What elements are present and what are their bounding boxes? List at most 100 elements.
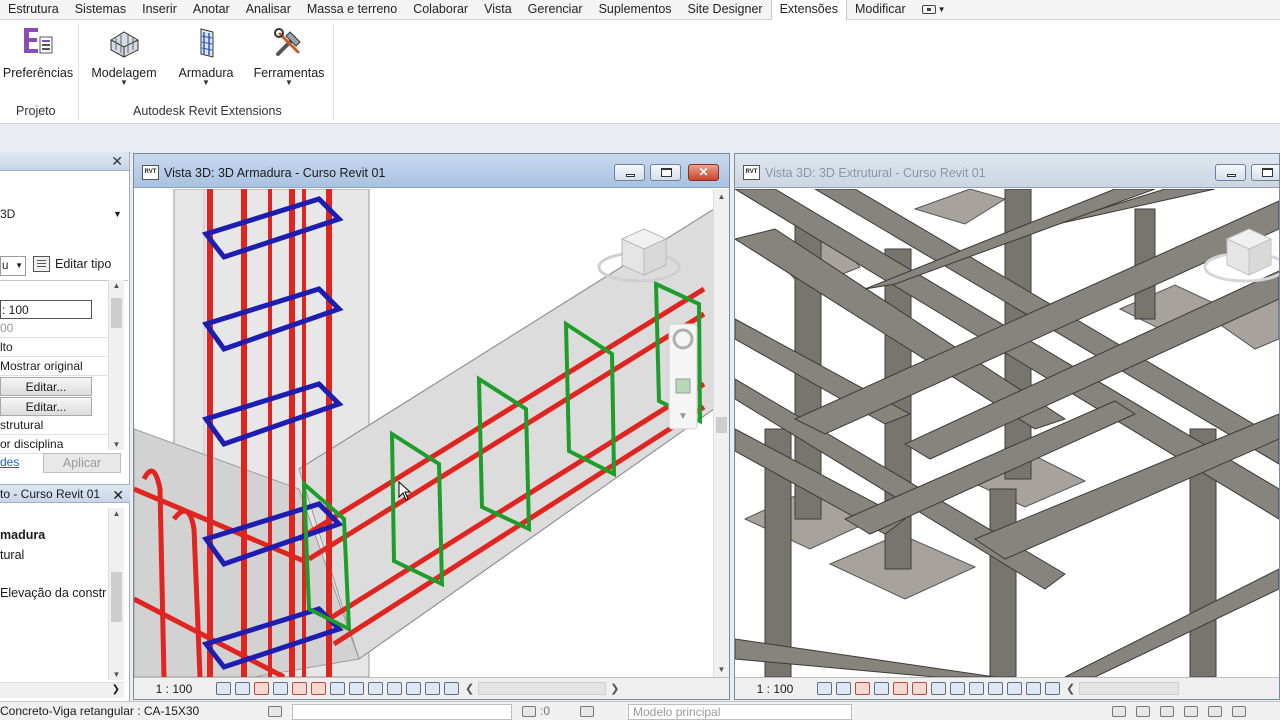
navigation-bar[interactable]: ▼ [668, 323, 698, 430]
ferramentas-button[interactable]: Ferramentas ▼ [250, 26, 328, 87]
shadows-icon[interactable] [273, 682, 288, 695]
chevron-right-icon[interactable]: ❯ [112, 684, 120, 695]
workset-field[interactable] [292, 704, 512, 720]
browser-scrollbar[interactable]: ▲ ▼ [108, 508, 124, 680]
tab-gerenciar[interactable]: Gerenciar [520, 0, 591, 20]
detail-level-icon[interactable] [817, 682, 832, 695]
view-window-3d-estrutural[interactable]: RVT Vista 3D: 3D Extrutural - Curso Revi… [734, 153, 1280, 700]
type-selector-value[interactable]: 3D [0, 207, 15, 221]
design-options-icon[interactable] [580, 706, 594, 717]
lock-3d-view-icon[interactable] [330, 682, 345, 695]
select-links-icon[interactable] [1112, 706, 1126, 717]
tab-extensoes[interactable]: Extensões [770, 0, 847, 20]
rebar-3d-drawing[interactable]: ▼ [134, 188, 729, 680]
tab-massa-e-terreno[interactable]: Massa e terreno [299, 0, 405, 20]
sun-path-icon[interactable] [855, 682, 870, 695]
horizontal-scrollbar[interactable] [1079, 682, 1180, 695]
highlight-displacement-icon[interactable] [1026, 682, 1041, 695]
visual-style-icon[interactable] [836, 682, 851, 695]
visibility-edit-button[interactable]: Editar... [0, 377, 92, 396]
filter-icon[interactable] [1232, 706, 1246, 717]
browser-item-3d-estrutural[interactable]: tural [0, 548, 24, 562]
chevron-down-icon[interactable]: ▼ [678, 411, 688, 422]
reveal-constraints-icon[interactable] [1045, 682, 1060, 695]
tab-colaborar[interactable]: Colaborar [405, 0, 476, 20]
view-scale[interactable]: 1 : 100 [735, 682, 815, 696]
horizontal-scrollbar[interactable] [478, 682, 607, 695]
design-option-field[interactable]: Modelo principal [628, 704, 852, 720]
parts-visibility-field[interactable]: Mostrar original [0, 357, 107, 376]
sun-path-icon[interactable] [254, 682, 269, 695]
chevron-down-icon[interactable]: ▼ [113, 209, 122, 219]
worksets-icon[interactable] [268, 706, 282, 717]
tab-vista[interactable]: Vista [476, 0, 520, 20]
view-titlebar[interactable]: RVT Vista 3D: 3D Extrutural - Curso Revi… [735, 154, 1279, 188]
tab-inserir[interactable]: Inserir [134, 0, 185, 20]
select-by-face-icon[interactable] [1184, 706, 1198, 717]
edit-type-button[interactable]: Editar tipo [33, 256, 111, 272]
close-icon[interactable]: ✕ [111, 153, 123, 170]
reveal-hidden-icon[interactable] [368, 682, 383, 695]
browser-item-elevacao[interactable]: Elevação da constr [0, 586, 106, 600]
crop-view-icon[interactable] [893, 682, 908, 695]
scroll-thumb[interactable] [111, 298, 122, 328]
discipline-field[interactable]: strutural [0, 416, 107, 435]
reveal-constraints-icon[interactable] [444, 682, 459, 695]
chevron-up-icon[interactable]: ▲ [109, 509, 124, 518]
modelagem-button[interactable]: Modelagem ▼ [86, 26, 162, 87]
tab-site-designer[interactable]: Site Designer [680, 0, 771, 20]
chevron-left-icon[interactable]: ❮ [461, 682, 478, 695]
view-scale[interactable]: 1 : 100 [134, 682, 214, 696]
structure-3d-drawing[interactable] [735, 188, 1279, 678]
visual-style-icon[interactable] [235, 682, 250, 695]
armadura-button[interactable]: Armadura ▼ [172, 26, 240, 87]
tab-estrutura[interactable]: Estrutura [0, 0, 67, 20]
browser-item-3d-armadura[interactable]: madura [0, 528, 45, 542]
show-crop-region-icon[interactable] [311, 682, 326, 695]
structure-3d-viewport[interactable] [735, 188, 1279, 678]
detail-level-field[interactable]: lto [0, 338, 107, 357]
view-scale-field[interactable]: : 100 [0, 300, 92, 319]
view-titlebar[interactable]: RVT Vista 3D: 3D Armadura - Curso Revit … [134, 154, 729, 188]
tab-analisar[interactable]: Analisar [238, 0, 299, 20]
chevron-up-icon[interactable]: ▲ [714, 192, 729, 201]
close-button[interactable]: ✕ [688, 164, 719, 181]
chevron-right-icon[interactable]: ❯ [606, 682, 623, 695]
analytical-model-icon[interactable] [1007, 682, 1022, 695]
tab-suplementos[interactable]: Suplementos [591, 0, 680, 20]
select-underlay-icon[interactable] [1136, 706, 1150, 717]
view-scrollbar[interactable]: ▲ ▼ [713, 189, 729, 677]
shadows-icon[interactable] [874, 682, 889, 695]
ribbon-display-toggle[interactable]: ▼ [914, 0, 954, 20]
zoom-icon[interactable] [675, 378, 691, 394]
analytical-model-icon[interactable] [406, 682, 421, 695]
chevron-down-icon[interactable]: ▼ [714, 665, 729, 674]
properties-scrollbar[interactable]: ▲ ▼ [108, 280, 124, 450]
drag-on-selection-icon[interactable] [1208, 706, 1222, 717]
detail-level-icon[interactable] [216, 682, 231, 695]
show-crop-region-icon[interactable] [912, 682, 927, 695]
chevron-down-icon[interactable]: ▼ [109, 440, 124, 449]
scroll-thumb[interactable] [111, 572, 122, 622]
pin-icon[interactable] [387, 682, 402, 695]
select-pinned-icon[interactable] [1160, 706, 1174, 717]
tab-sistemas[interactable]: Sistemas [67, 0, 134, 20]
show-hidden-lines-field[interactable]: or disciplina [0, 435, 107, 454]
minimize-button[interactable] [1215, 164, 1246, 181]
temporary-hide-icon[interactable] [349, 682, 364, 695]
pin-icon[interactable] [988, 682, 1003, 695]
instance-filter-combo[interactable]: u ▼ [0, 256, 26, 276]
browser-hscrollbar[interactable]: ❯ [0, 682, 124, 698]
chevron-down-icon[interactable]: ▼ [109, 670, 124, 679]
lock-3d-view-icon[interactable] [931, 682, 946, 695]
crop-view-icon[interactable] [292, 682, 307, 695]
view-window-3d-armadura[interactable]: RVT Vista 3D: 3D Armadura - Curso Revit … [133, 153, 730, 700]
chevron-left-icon[interactable]: ❮ [1062, 682, 1079, 695]
editable-only-icon[interactable] [522, 706, 536, 717]
scroll-thumb[interactable] [716, 417, 727, 433]
minimize-button[interactable] [614, 164, 645, 181]
maximize-button[interactable] [1251, 164, 1279, 181]
rebar-3d-viewport[interactable]: ▼ ▲ ▼ [134, 188, 729, 680]
maximize-button[interactable] [650, 164, 681, 181]
chevron-up-icon[interactable]: ▲ [109, 281, 124, 290]
